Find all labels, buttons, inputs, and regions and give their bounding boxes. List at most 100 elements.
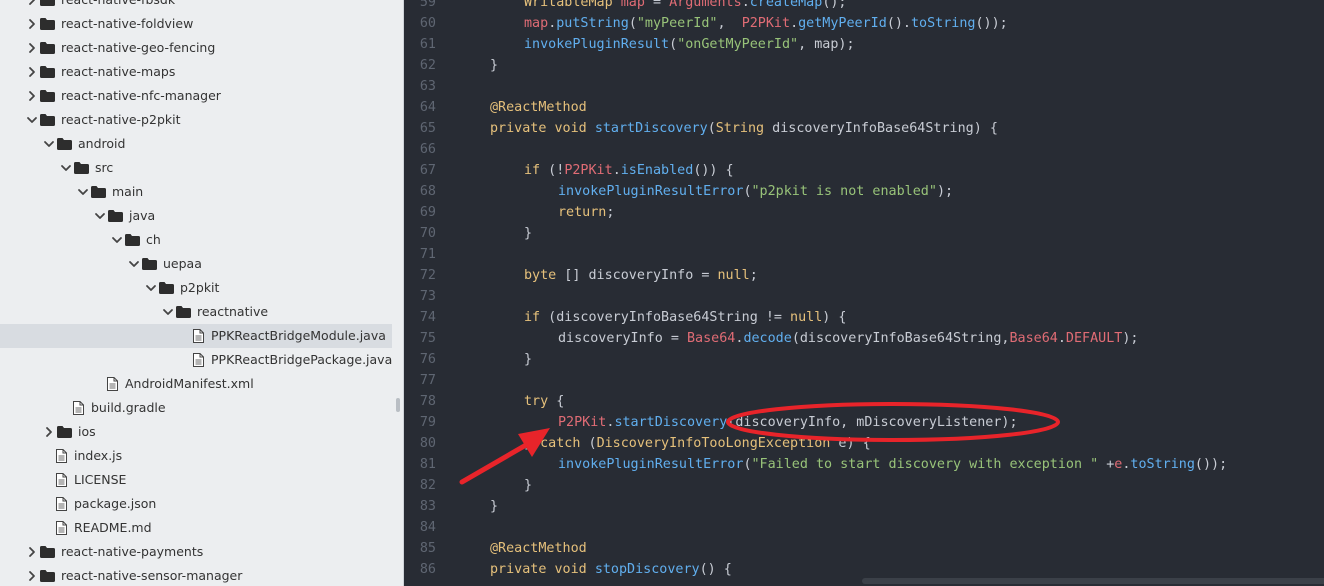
tree-folder-row[interactable]: react-native-payments bbox=[0, 540, 392, 564]
tree-folder-row[interactable]: main bbox=[0, 180, 392, 204]
code-token: ()); bbox=[975, 16, 1008, 31]
folder-icon bbox=[57, 426, 72, 438]
code-text: } bbox=[490, 55, 498, 76]
tree-folder-row[interactable]: android bbox=[0, 132, 392, 156]
code-line[interactable]: 74 if (discoveryInfoBase64String != null)… bbox=[404, 307, 1324, 328]
line-number: 79 bbox=[419, 415, 436, 430]
tree-folder-row[interactable]: java bbox=[0, 204, 392, 228]
chevron-down-icon[interactable] bbox=[145, 282, 157, 294]
code-line[interactable]: 84 bbox=[404, 517, 1324, 538]
chevron-down-icon[interactable] bbox=[60, 162, 72, 174]
chevron-right-icon[interactable] bbox=[26, 90, 38, 102]
tree-folder-row[interactable]: ios bbox=[0, 420, 392, 444]
code-line[interactable]: 71 bbox=[404, 244, 1324, 265]
code-editor[interactable]: 59 WritableMap map = Arguments.createMap(… bbox=[404, 0, 1324, 586]
code-line[interactable]: 76} bbox=[404, 349, 1324, 370]
code-line[interactable]: 60 map.putString("myPeerId", P2PKit.getMy… bbox=[404, 13, 1324, 34]
chevron-down-icon[interactable] bbox=[111, 234, 123, 246]
code-token: return bbox=[558, 205, 607, 220]
chevron-down-icon[interactable] bbox=[128, 258, 140, 270]
tree-folder-row[interactable]: src bbox=[0, 156, 392, 180]
chevron-down-icon[interactable] bbox=[94, 210, 106, 222]
code-token: { bbox=[548, 394, 565, 409]
code-token: (discoveryInfo, mDiscoveryListener); bbox=[727, 415, 1018, 430]
line-number: 81 bbox=[419, 457, 436, 472]
tree-file-row[interactable]: build.gradle bbox=[0, 396, 392, 420]
code-line[interactable]: 72 byte [] discoveryInfo = null; bbox=[404, 265, 1324, 286]
code-line[interactable]: 75 discoveryInfo = Base64. decode(discover… bbox=[404, 328, 1324, 349]
chevron-right-icon[interactable] bbox=[26, 42, 38, 54]
tree-folder-row[interactable]: react-native-fbsdk bbox=[0, 0, 392, 12]
editor-horizontal-scrollbar[interactable] bbox=[862, 578, 1324, 584]
folder-icon bbox=[176, 306, 191, 318]
tree-folder-row[interactable]: ch bbox=[0, 228, 392, 252]
line-number: 70 bbox=[419, 226, 436, 241]
code-line[interactable]: 80} catch (DiscoveryInfoTooLongException… bbox=[404, 433, 1324, 454]
tree-file-row[interactable]: LICENSE bbox=[0, 468, 392, 492]
code-line[interactable]: 59 WritableMap map = Arguments.createMap(… bbox=[404, 0, 1324, 13]
line-number: 69 bbox=[419, 205, 436, 220]
tree-folder-row[interactable]: p2pkit bbox=[0, 276, 392, 300]
chevron-down-icon[interactable] bbox=[26, 114, 38, 126]
code-token: } bbox=[524, 478, 533, 493]
line-number: 62 bbox=[419, 58, 436, 73]
code-line[interactable]: 67 if (!P2PKit.isEnabled()) { bbox=[404, 160, 1324, 181]
code-line[interactable]: 73 bbox=[404, 286, 1324, 307]
tree-file-row[interactable]: PPKReactBridgePackage.java bbox=[0, 348, 392, 372]
chevron-down-icon[interactable] bbox=[162, 306, 174, 318]
tree-folder-row[interactable]: react-native-sensor-manager bbox=[0, 564, 392, 586]
chevron-right-icon[interactable] bbox=[26, 66, 38, 78]
code-token: ; bbox=[606, 205, 615, 220]
code-line[interactable]: 65 private void startDiscovery(String dis… bbox=[404, 118, 1324, 139]
code-line[interactable]: 69 return; bbox=[404, 202, 1324, 223]
code-line[interactable]: 63 bbox=[404, 76, 1324, 97]
tree-item-label: react-native-maps bbox=[61, 64, 176, 79]
sidebar-scrollbar[interactable] bbox=[396, 398, 400, 412]
tree-folder-row[interactable]: react-native-geo-fencing bbox=[0, 36, 392, 60]
folder-icon bbox=[40, 114, 55, 126]
tree-folder-row[interactable]: react-native-nfc-manager bbox=[0, 84, 392, 108]
chevron-right-icon[interactable] bbox=[26, 0, 38, 6]
tree-file-row[interactable]: README.md bbox=[0, 516, 392, 540]
code-token: () { bbox=[699, 562, 732, 577]
chevron-down-icon[interactable] bbox=[43, 138, 55, 150]
tree-folder-row[interactable]: uepaa bbox=[0, 252, 392, 276]
code-token: ()); bbox=[1194, 457, 1228, 472]
tree-folder-row[interactable]: react-native-p2pkit bbox=[0, 108, 392, 132]
code-line[interactable]: 68 invokePluginResultError("p2pkit is not… bbox=[404, 181, 1324, 202]
tree-file-row[interactable]: AndroidManifest.xml bbox=[0, 372, 392, 396]
chevron-right-icon[interactable] bbox=[26, 18, 38, 30]
code-line[interactable]: 66 bbox=[404, 139, 1324, 160]
code-line[interactable]: 78 try { bbox=[404, 391, 1324, 412]
code-line[interactable]: 86 private void stopDiscovery() { bbox=[404, 559, 1324, 580]
chevron-right-icon[interactable] bbox=[26, 546, 38, 558]
code-line[interactable]: 79 P2PKit.startDiscovery(discoveryInfo, m… bbox=[404, 412, 1324, 433]
code-token: Arguments bbox=[669, 0, 742, 10]
tree-file-row[interactable]: index.js bbox=[0, 444, 392, 468]
code-token: @ReactMethod bbox=[490, 100, 587, 115]
code-line[interactable]: 82} bbox=[404, 475, 1324, 496]
chevron-down-icon[interactable] bbox=[77, 186, 89, 198]
code-token: . bbox=[741, 0, 750, 10]
chevron-right-icon[interactable] bbox=[43, 426, 55, 438]
tree-file-row[interactable]: package.json bbox=[0, 492, 392, 516]
code-line[interactable]: 83} bbox=[404, 496, 1324, 517]
code-text: if (discoveryInfoBase64String != null) { bbox=[524, 307, 846, 328]
code-line[interactable]: 70} bbox=[404, 223, 1324, 244]
code-line[interactable]: 61 invokePluginResult("onGetMyPeerId", ma… bbox=[404, 34, 1324, 55]
code-line[interactable]: 77 bbox=[404, 370, 1324, 391]
tree-item-label: LICENSE bbox=[74, 472, 127, 487]
code-line[interactable]: 62} bbox=[404, 55, 1324, 76]
tree-folder-row[interactable]: react-native-maps bbox=[0, 60, 392, 84]
chevron-right-icon[interactable] bbox=[26, 570, 38, 582]
code-text: } bbox=[524, 223, 532, 244]
code-token: decode bbox=[743, 331, 792, 346]
code-line[interactable]: 85 @ReactMethod bbox=[404, 538, 1324, 559]
code-token: void bbox=[554, 121, 587, 136]
tree-folder-row[interactable]: reactnative bbox=[0, 300, 392, 324]
tree-file-row[interactable]: PPKReactBridgeModule.java bbox=[0, 324, 392, 348]
tree-folder-row[interactable]: react-native-foldview bbox=[0, 12, 392, 36]
code-line[interactable]: 64 @ReactMethod bbox=[404, 97, 1324, 118]
code-line[interactable]: 81 invokePluginResultError("Failed to sta… bbox=[404, 454, 1324, 475]
